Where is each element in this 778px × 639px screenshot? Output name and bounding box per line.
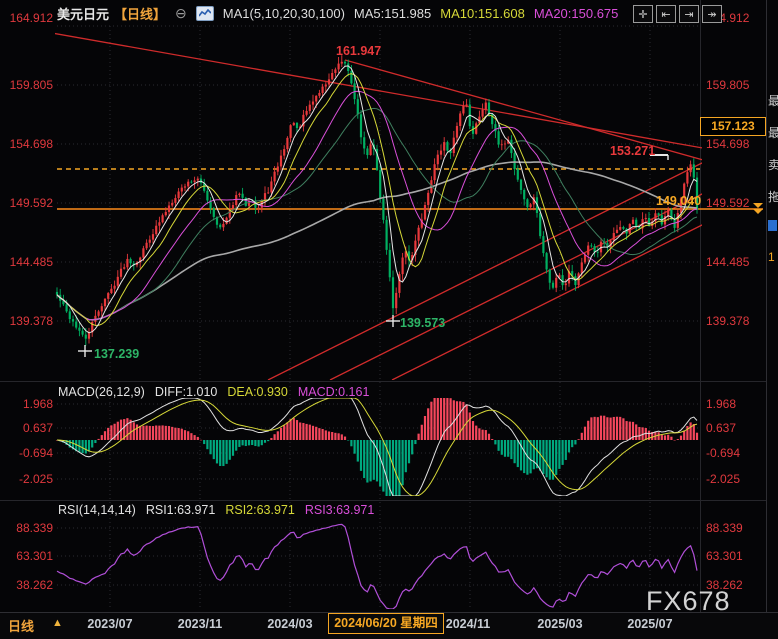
macd-settings-label: MACD(26,12,9) bbox=[58, 385, 145, 399]
compress-right-icon[interactable]: ⇥ bbox=[679, 5, 699, 23]
sparkline-icon[interactable] bbox=[195, 6, 214, 21]
date-axis-label: 2023/11 bbox=[177, 617, 223, 631]
compress-left-icon[interactable]: ⇤ bbox=[656, 5, 676, 23]
rsi2-value: RSI2:63.971 bbox=[225, 503, 295, 517]
macd-diff-value: DIFF:1.010 bbox=[154, 385, 218, 399]
symbol-title: 美元日元 bbox=[57, 7, 110, 22]
rsi1-value: RSI1:63.971 bbox=[145, 503, 216, 517]
chart-toolbar: ✛ ⇤ ⇥ ↠ bbox=[633, 5, 722, 23]
rsi3-value: RSI3:63.971 bbox=[304, 503, 375, 517]
chart-app: 美元日元 【日线】 ⊖ MA1(5,10,20,30,100) MA5:151.… bbox=[0, 0, 778, 639]
clipped-panel-label: 卖 bbox=[768, 156, 778, 173]
ma10-value: MA10:151.608 bbox=[440, 6, 525, 21]
moving-average-lines bbox=[56, 65, 698, 334]
shift-right-icon[interactable]: ↠ bbox=[702, 5, 722, 23]
ma-settings-label: MA1(5,10,20,30,100) bbox=[222, 6, 345, 21]
rsi-line bbox=[56, 523, 698, 609]
candlestick-layer bbox=[55, 55, 699, 346]
clipped-panel-label: 最 bbox=[768, 92, 778, 109]
chart-canvas[interactable] bbox=[0, 0, 778, 639]
clipped-panel-label: 拖 bbox=[768, 188, 778, 205]
watermark-logo: FX678 bbox=[646, 586, 731, 616]
ma20-value: MA20:150.675 bbox=[533, 6, 619, 21]
date-axis-label: 2023/07 bbox=[87, 617, 133, 631]
rsi-settings-label: RSI(14,14,14) bbox=[58, 503, 136, 517]
collapse-icon[interactable]: ⊖ bbox=[175, 5, 187, 22]
trendline-drawings[interactable] bbox=[18, 27, 716, 380]
macd-dea-value: DEA:0.930 bbox=[227, 385, 288, 399]
price-alert-lines[interactable] bbox=[57, 168, 763, 214]
timeframe-arrow-icon[interactable]: ▲ bbox=[52, 617, 63, 629]
clipped-panel-label: 最 bbox=[768, 124, 778, 141]
macd-header: MACD(26,12,9) DIFF:1.010 DEA:0.930 MACD:… bbox=[58, 385, 369, 399]
price-alert-tag[interactable]: 157.123 bbox=[700, 117, 766, 136]
crosshair-date-tooltip: 2024/06/20 星期四 bbox=[328, 613, 444, 634]
timeframe-selector[interactable]: 日线 bbox=[8, 616, 34, 635]
clipped-panel-number: 1 bbox=[768, 250, 775, 264]
chart-header: 美元日元 【日线】 ⊖ MA1(5,10,20,30,100) MA5:151.… bbox=[57, 4, 618, 23]
clipped-side-panel[interactable]: 最最卖拖1 bbox=[766, 0, 778, 612]
rsi-header: RSI(14,14,14) RSI1:63.971 RSI2:63.971 RS… bbox=[58, 503, 374, 517]
timeframe-tag: 【日线】 bbox=[114, 7, 167, 22]
date-axis-label: 2025/03 bbox=[537, 617, 583, 631]
macd-macd-value: MACD:0.161 bbox=[297, 385, 370, 399]
clipped-blue-item bbox=[768, 220, 777, 231]
date-axis-label: 2024/03 bbox=[267, 617, 313, 631]
date-axis-label: 2025/07 bbox=[627, 617, 673, 631]
move-tool-icon[interactable]: ✛ bbox=[633, 5, 653, 23]
ma5-value: MA5:151.985 bbox=[353, 6, 432, 21]
